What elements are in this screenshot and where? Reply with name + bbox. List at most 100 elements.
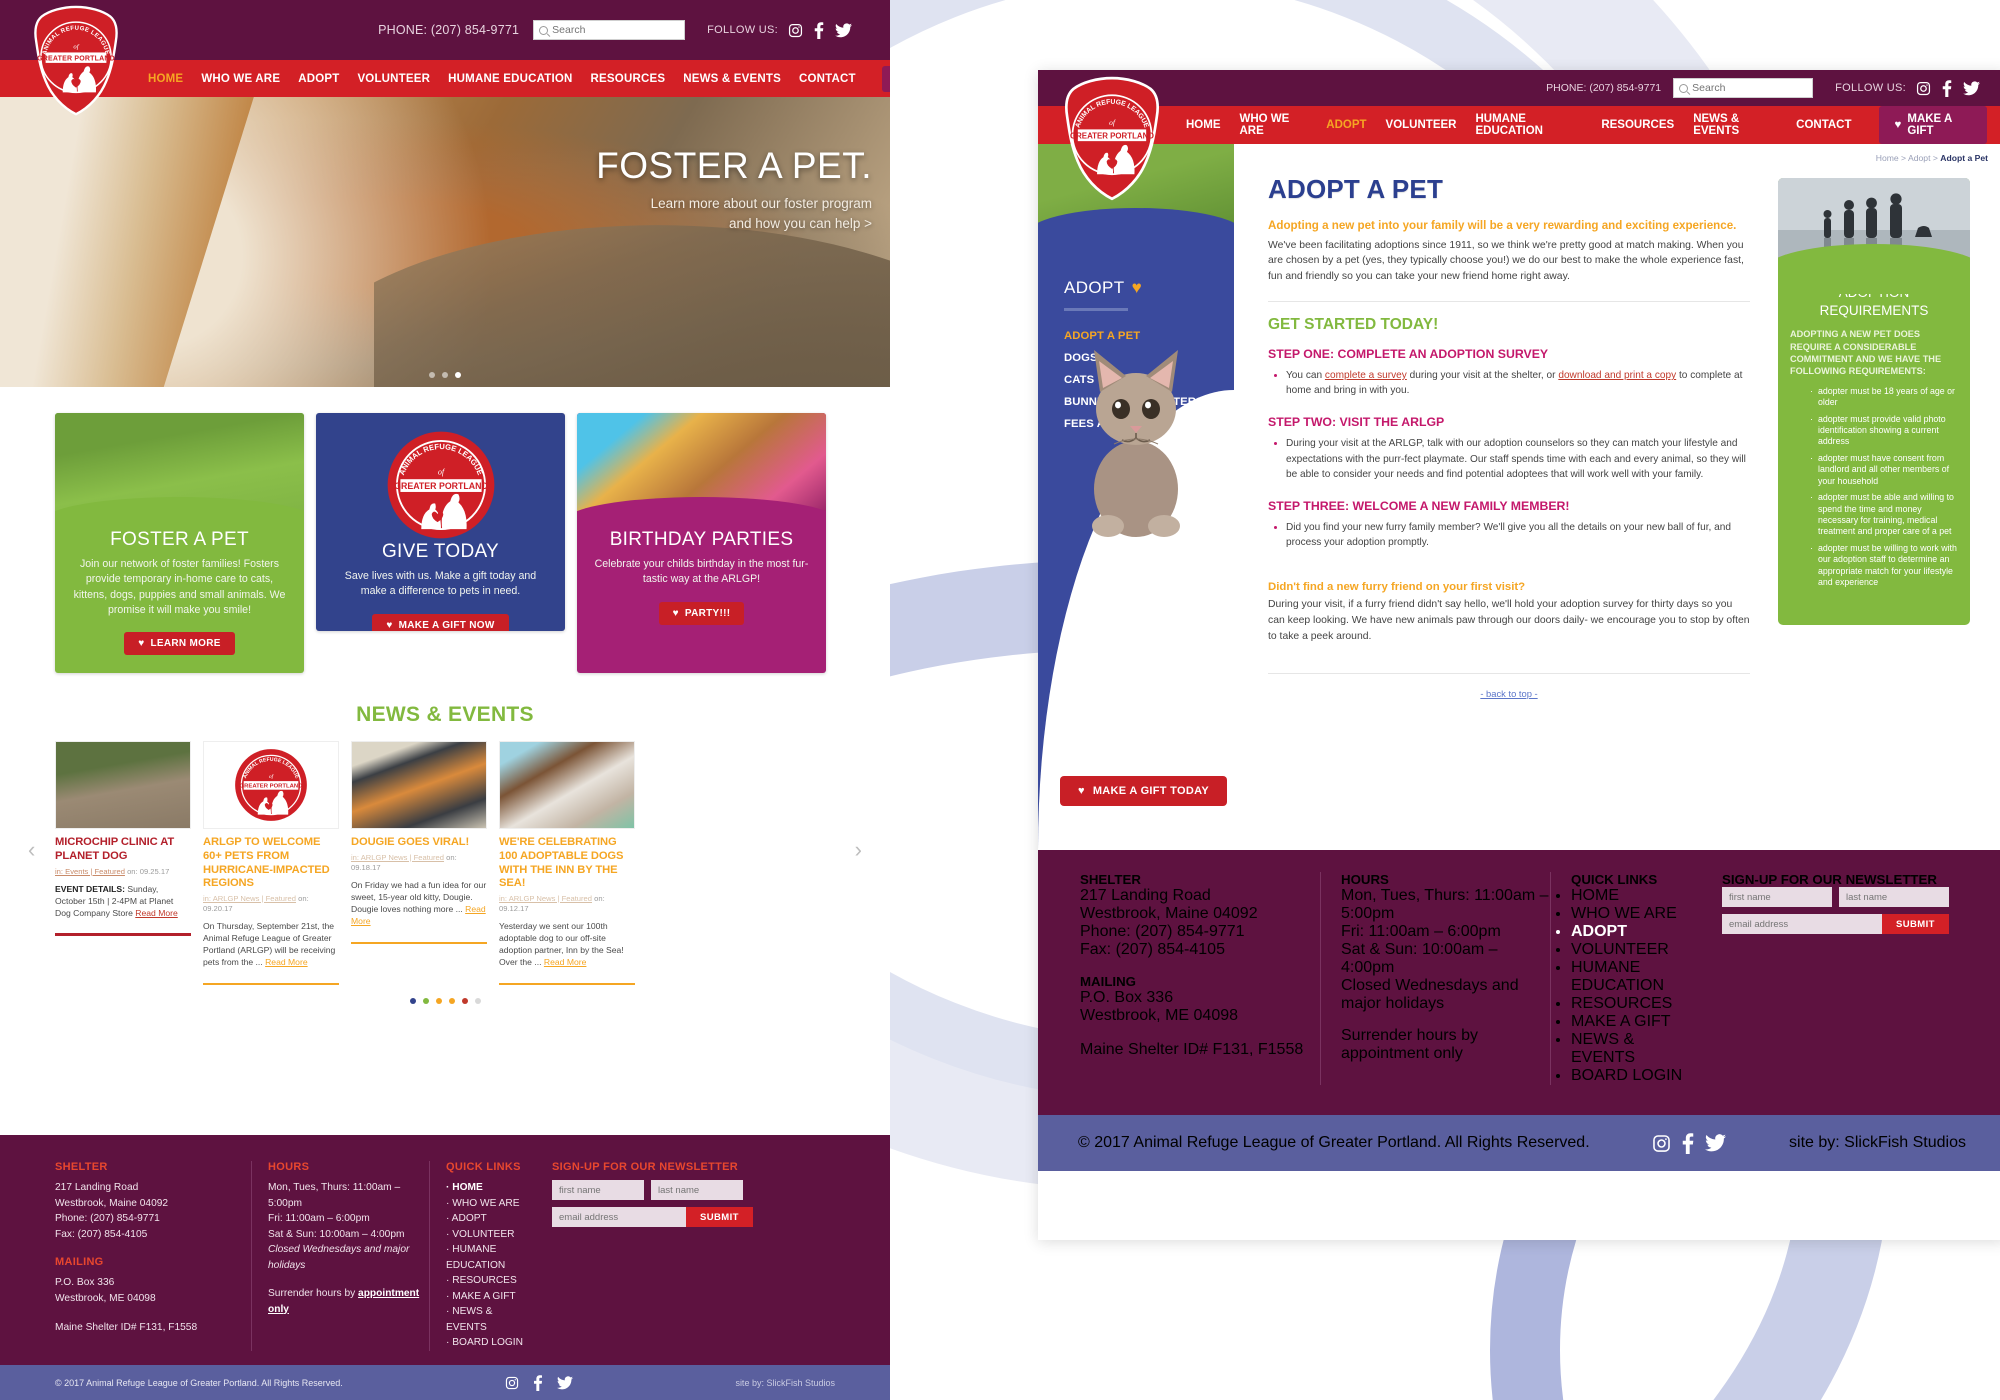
search-input[interactable]	[552, 24, 680, 36]
news-meta-in[interactable]: in: Events | Featured	[55, 867, 125, 876]
news-meta-in[interactable]: in: ARLGP News | Featured	[499, 894, 592, 903]
twitter-icon[interactable]	[1705, 1134, 1727, 1152]
nav-item-contact[interactable]: CONTACT	[799, 73, 856, 85]
make-a-gift-button[interactable]: ♥ MAKE A GIFT	[1878, 106, 1988, 144]
nav-item-volunteer[interactable]: VOLUNTEER	[357, 73, 430, 85]
promo-card-foster[interactable]: FOSTER A PET Join our network of foster …	[55, 413, 304, 674]
read-more-link[interactable]: Read More	[135, 908, 178, 918]
first-name-input[interactable]	[1722, 887, 1832, 907]
facebook-icon[interactable]	[533, 1374, 543, 1391]
party-button[interactable]: ♥ PARTY!!!	[658, 601, 745, 625]
hero-slider[interactable]: FOSTER A PET. Learn more about our foste…	[0, 97, 890, 387]
search-box[interactable]	[1673, 78, 1814, 98]
newsletter-submit-button[interactable]: SUBMIT	[1882, 914, 1949, 934]
quick-link-resources[interactable]: RESOURCES	[446, 1273, 534, 1289]
news-dot-4[interactable]	[448, 998, 455, 1005]
search-box[interactable]	[533, 20, 686, 40]
nav-item-contact[interactable]: CONTACT	[1796, 119, 1851, 131]
quick-link-news-events[interactable]: NEWS & EVENTS	[1571, 1031, 1700, 1067]
facebook-icon[interactable]	[814, 21, 824, 39]
news-carousel-dots[interactable]	[0, 998, 890, 1005]
instagram-icon[interactable]	[788, 23, 803, 38]
quick-link-volunteer[interactable]: VOLUNTEER	[446, 1227, 534, 1243]
quick-link-make-a-gift[interactable]: MAKE A GIFT	[1571, 1013, 1700, 1031]
read-more-link[interactable]: Read More	[544, 957, 587, 967]
make-a-gift-now-button[interactable]: ♥ MAKE A GIFT NOW	[372, 613, 509, 631]
make-a-gift-today-button[interactable]: ♥ MAKE A GIFT TODAY	[1060, 776, 1227, 806]
quick-link-humane-education[interactable]: HUMANE EDUCATION	[1571, 959, 1700, 995]
quick-link-home[interactable]: HOME	[1571, 887, 1700, 905]
news-title[interactable]: WE'RE CELEBRATING 100 ADOPTABLE DOGS WIT…	[499, 836, 635, 891]
search-input[interactable]	[1692, 82, 1808, 94]
twitter-icon[interactable]	[557, 1375, 574, 1390]
newsletter-submit-button[interactable]: SUBMIT	[686, 1207, 753, 1227]
news-card[interactable]: WE'RE CELEBRATING 100 ADOPTABLE DOGS WIT…	[499, 741, 635, 986]
facebook-icon[interactable]	[1942, 79, 1952, 97]
email-input[interactable]	[1722, 914, 1882, 934]
quick-link-board-login[interactable]: BOARD LOGIN	[446, 1335, 534, 1351]
logo-crest[interactable]: ANIMAL REFUGE LEAGUE of GREATER PORTLAND	[28, 5, 124, 117]
appointment-only-link[interactable]: appointment only	[1341, 1045, 1463, 1062]
news-dot-6[interactable]	[474, 998, 481, 1005]
news-title[interactable]: DOUGIE GOES VIRAL!	[351, 836, 487, 850]
nav-item-news-events[interactable]: NEWS & EVENTS	[683, 73, 781, 85]
quick-link-adopt[interactable]: ADOPT	[1571, 923, 1700, 941]
email-input[interactable]	[552, 1207, 686, 1227]
promo-card-birthday[interactable]: BIRTHDAY PARTIES Celebrate your childs b…	[577, 413, 826, 674]
news-card[interactable]: MICROCHIP CLINIC AT PLANET DOG in: Event…	[55, 741, 191, 985]
news-title[interactable]: ARLGP TO WELCOME 60+ PETS FROM HURRICANE…	[203, 836, 339, 891]
facebook-icon[interactable]	[1682, 1132, 1694, 1154]
instagram-icon[interactable]	[505, 1376, 519, 1390]
quick-link-humane-education[interactable]: HUMANE EDUCATION	[446, 1242, 534, 1273]
nav-item-home[interactable]: HOME	[148, 73, 183, 85]
promo-card-give[interactable]: ANIMAL REFUGE LEAGUE of GREATER PORTLAND…	[316, 413, 565, 631]
twitter-icon[interactable]	[835, 22, 852, 38]
news-card[interactable]: ANIMAL REFUGE LEAGUE of GREATER PORTLAND…	[203, 741, 339, 986]
quick-link-volunteer[interactable]: VOLUNTEER	[1571, 941, 1700, 959]
news-meta-in[interactable]: in: ARLGP News | Featured	[351, 853, 444, 862]
hero-dots[interactable]	[429, 372, 461, 378]
quick-link-resources[interactable]: RESOURCES	[1571, 995, 1700, 1013]
nav-item-volunteer[interactable]: VOLUNTEER	[1386, 119, 1457, 131]
quick-link-board-login[interactable]: BOARD LOGIN	[1571, 1067, 1700, 1085]
quick-link-adopt[interactable]: ADOPT	[446, 1211, 534, 1227]
quick-link-who-we-are[interactable]: WHO WE ARE	[446, 1196, 534, 1212]
twitter-icon[interactable]	[1963, 80, 1980, 96]
read-more-link[interactable]: Read More	[265, 957, 308, 967]
nav-item-home[interactable]: HOME	[1186, 119, 1221, 131]
nav-item-who-we-are[interactable]: WHO WE ARE	[201, 73, 280, 85]
back-to-top-link[interactable]: - back to top -	[1268, 688, 1750, 699]
carousel-next-arrow[interactable]: ›	[855, 837, 862, 863]
nav-item-who-we-are[interactable]: WHO WE ARE	[1240, 113, 1308, 137]
hero-dot-3[interactable]	[455, 372, 461, 378]
download-and-print-link[interactable]: download and print a copy	[1558, 370, 1676, 381]
carousel-prev-arrow[interactable]: ‹	[28, 837, 35, 863]
nav-item-adopt[interactable]: ADOPT	[1326, 119, 1366, 131]
nav-item-resources[interactable]: RESOURCES	[591, 73, 666, 85]
nav-item-humane-education[interactable]: HUMANE EDUCATION	[1475, 113, 1582, 137]
news-dot-3[interactable]	[435, 998, 442, 1005]
quick-link-who-we-are[interactable]: WHO WE ARE	[1571, 905, 1700, 923]
first-name-input[interactable]	[552, 1180, 644, 1200]
instagram-icon[interactable]	[1652, 1134, 1671, 1153]
news-meta-in[interactable]: in: ARLGP News | Featured	[203, 894, 296, 903]
news-dot-5[interactable]	[461, 998, 468, 1005]
quick-link-news-events[interactable]: NEWS & EVENTS	[446, 1304, 534, 1335]
complete-a-survey-link[interactable]: complete a survey	[1325, 370, 1407, 381]
quick-link-make-a-gift[interactable]: MAKE A GIFT	[446, 1289, 534, 1305]
last-name-input[interactable]	[651, 1180, 743, 1200]
news-dot-1[interactable]	[409, 998, 416, 1005]
instagram-icon[interactable]	[1916, 81, 1931, 96]
quick-link-home[interactable]: HOME	[446, 1180, 534, 1196]
breadcrumb-prefix[interactable]: Home > Adopt >	[1876, 153, 1941, 163]
logo-crest[interactable]: ANIMAL REFUGE LEAGUE of GREATER PORTLAND	[1058, 76, 1166, 202]
last-name-input[interactable]	[1839, 887, 1949, 907]
news-card[interactable]: DOUGIE GOES VIRAL! in: ARLGP News | Feat…	[351, 741, 487, 985]
nav-item-adopt[interactable]: ADOPT	[298, 73, 339, 85]
hero-dot-1[interactable]	[429, 372, 435, 378]
make-a-gift-button[interactable]: ♥ MAKE A GIFT	[881, 65, 890, 92]
nav-item-humane-education[interactable]: HUMANE EDUCATION	[448, 73, 572, 85]
hero-dot-2[interactable]	[442, 372, 448, 378]
nav-item-news-events[interactable]: NEWS & EVENTS	[1693, 113, 1777, 137]
news-dot-2[interactable]	[422, 998, 429, 1005]
